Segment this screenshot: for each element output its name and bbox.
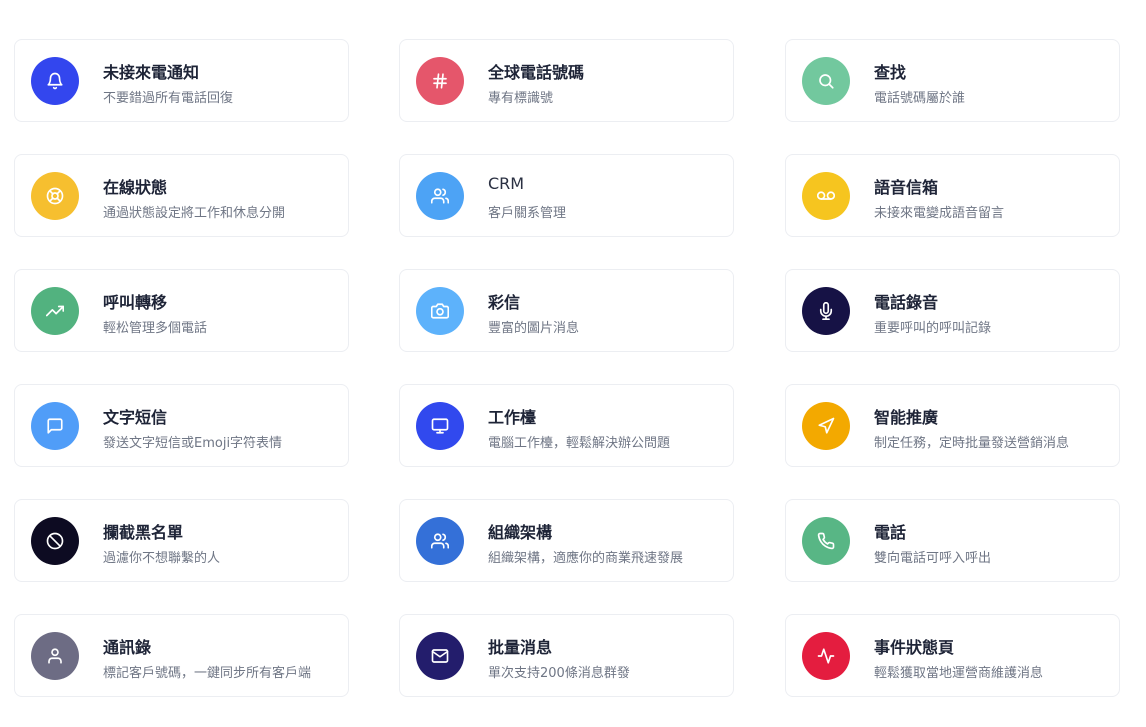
feature-description: 客戶關系管理 (488, 206, 567, 221)
feature-title: 語音信箱 (874, 178, 939, 197)
feature-description: 雙向電話可呼入呼出 (874, 551, 992, 566)
feature-card[interactable]: 全球電話號碼專有標識號 (399, 39, 734, 122)
feature-card[interactable]: 事件狀態頁輕鬆獲取當地運營商維護消息 (785, 614, 1120, 697)
bell-icon (31, 57, 79, 105)
feature-description: 未接來電變成語音留言 (874, 206, 1005, 221)
feature-card[interactable]: 呼叫轉移輕松管理多個電話 (14, 269, 349, 352)
feature-title: 組織架構 (488, 523, 553, 542)
feature-card[interactable]: 未接來電通知不要錯過所有電話回復 (14, 39, 349, 122)
feature-title: 文字短信 (103, 408, 168, 427)
feature-card[interactable]: 電話雙向電話可呼入呼出 (785, 499, 1120, 582)
feature-description: 豐富的圖片消息 (488, 321, 580, 336)
feature-description: 重要呼叫的呼叫記錄 (874, 321, 992, 336)
feature-card[interactable]: 組織架構組織架構，適應你的商業飛速發展 (399, 499, 734, 582)
users-icon (416, 172, 464, 220)
users-icon (416, 517, 464, 565)
search-icon (802, 57, 850, 105)
block-icon (31, 517, 79, 565)
feature-title: 智能推廣 (874, 408, 939, 427)
navigation-icon (802, 402, 850, 450)
feature-description: 過濾你不想聯繫的人 (103, 551, 221, 566)
lifebuoy-icon (31, 172, 79, 220)
monitor-icon (416, 402, 464, 450)
feature-card[interactable]: 彩信 豐富的圖片消息 (399, 269, 734, 352)
feature-title: 電話 (874, 523, 907, 542)
feature-title: 呼叫轉移 (103, 293, 168, 312)
voicemail-icon (802, 172, 850, 220)
feature-title: 通訊錄 (103, 638, 152, 657)
feature-card[interactable]: 文字短信發送文字短信或Emoji字符表情 (14, 384, 349, 467)
feature-description: 單次支持200條消息群發 (488, 666, 630, 681)
feature-card[interactable]: 智能推廣制定任務，定時批量發送營銷消息 (785, 384, 1120, 467)
feature-card[interactable]: 電話錄音重要呼叫的呼叫記錄 (785, 269, 1120, 352)
feature-description: 通過狀態設定將工作和休息分開 (103, 206, 286, 221)
message-square-icon (31, 402, 79, 450)
microphone-icon (802, 287, 850, 335)
feature-description: 專有標識號 (488, 91, 554, 106)
feature-description: 電話號碼屬於誰 (874, 91, 966, 106)
feature-description: 輕鬆獲取當地運營商維護消息 (874, 666, 1044, 681)
feature-title: 批量消息 (488, 638, 553, 657)
feature-title: CRM (488, 174, 525, 193)
hash-icon (416, 57, 464, 105)
phone-icon (802, 517, 850, 565)
trending-up-icon (31, 287, 79, 335)
feature-title: 全球電話號碼 (488, 63, 585, 82)
feature-card[interactable]: 通訊錄標記客戶號碼，一鍵同步所有客戶端 (14, 614, 349, 697)
feature-grid: 未接來電通知 不要錯過所有電話回復 全球電話號碼 專有標識號 查找 電話號碼屬於誰 在線狀態… (0, 0, 1146, 727)
feature-title: 工作檯 (488, 408, 537, 427)
feature-card[interactable]: 工作檯電腦工作檯，輕鬆解決辦公問題 (399, 384, 734, 467)
feature-card[interactable]: 攔截黑名單過濾你不想聯繫的人 (14, 499, 349, 582)
mail-icon (416, 632, 464, 680)
feature-title: 未接來電通知 (103, 63, 200, 82)
feature-card[interactable]: 語音信箱未接來電變成語音留言 (785, 154, 1120, 237)
feature-description: 輕松管理多個電話 (103, 321, 208, 336)
feature-description: 不要錯過所有電話回復 (103, 91, 234, 106)
camera-icon (416, 287, 464, 335)
feature-card[interactable]: 查找 電話號碼屬於誰 (785, 39, 1120, 122)
feature-description: 發送文字短信或Emoji字符表情 (103, 436, 283, 451)
feature-title: 彩信 (488, 293, 521, 312)
feature-title: 事件狀態頁 (874, 638, 955, 657)
activity-icon (802, 632, 850, 680)
feature-title: 攔截黑名單 (103, 523, 184, 542)
feature-title: 在線狀態 (103, 178, 168, 197)
feature-title: 電話錄音 (874, 293, 939, 312)
feature-title: 查找 (874, 63, 907, 82)
feature-card[interactable]: 在線狀態通過狀態設定將工作和休息分開 (14, 154, 349, 237)
feature-card[interactable]: CRM 客戶關系管理 (399, 154, 734, 237)
feature-description: 電腦工作檯，輕鬆解決辦公問題 (488, 436, 671, 451)
feature-description: 制定任務，定時批量發送營銷消息 (874, 436, 1070, 451)
feature-description: 標記客戶號碼，一鍵同步所有客戶端 (103, 666, 312, 681)
feature-card[interactable]: 批量消息單次支持200條消息群發 (399, 614, 734, 697)
user-icon (31, 632, 79, 680)
feature-description: 組織架構，適應你的商業飛速發展 (488, 551, 684, 566)
